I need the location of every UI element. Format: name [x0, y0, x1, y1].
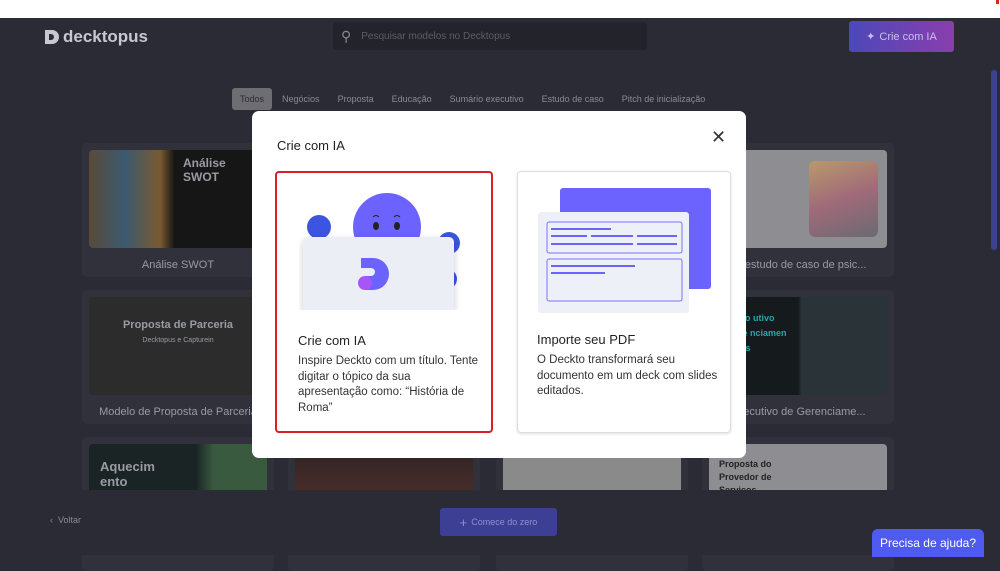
chevron-left-icon: ‹ — [50, 515, 53, 525]
template-thumbnail: Proposta de Parceria Decktopus e Capture… — [89, 297, 267, 395]
mascot-illustration — [303, 193, 460, 310]
close-icon[interactable]: ✕ — [711, 127, 726, 148]
logo-icon — [45, 30, 59, 44]
create-with-ai-button[interactable]: ✦ Crie com IA — [849, 21, 954, 52]
thumb-title: Análise SWOT — [183, 156, 226, 184]
start-label: Comece do zero — [471, 517, 538, 527]
option-description: O Deckto transformará seu documento em u… — [537, 354, 718, 397]
thumb-title: Proposta de Parceria — [122, 319, 234, 331]
logo-text: decktopus — [63, 27, 149, 46]
browser-top-strip — [0, 0, 1000, 18]
option-title: Importe seu PDF — [537, 332, 636, 347]
option-import-pdf[interactable]: Importe seu PDF O Deckto transformará se… — [517, 171, 731, 433]
help-button[interactable]: Precisa de ajuda? — [872, 529, 984, 557]
tab-proposta[interactable]: Proposta — [330, 88, 382, 110]
pdf-import-illustration — [538, 188, 711, 313]
cta-label: Crie com IA — [879, 30, 937, 43]
search-placeholder: Pesquisar modelos no Decktopus — [361, 30, 511, 42]
logo[interactable]: decktopus — [45, 27, 148, 47]
create-with-ai-modal: Crie com IA ✕ Crie com IA Inspire Deckto… — [252, 111, 746, 458]
template-caption: Análise SWOT — [141, 259, 215, 271]
tab-estudo-de-caso[interactable]: Estudo de caso — [534, 88, 612, 110]
category-tabs: Todos Negócios Proposta Educação Sumário… — [232, 88, 715, 110]
option-description: Inspire Deckto com um título. Tente digi… — [298, 355, 479, 414]
option-title: Crie com IA — [298, 333, 366, 348]
thumb-title: Aquecim ento — [100, 459, 155, 489]
thumb-subtitle: Decktopus e Capturein — [142, 337, 214, 344]
tab-sumario-executivo[interactable]: Sumário executivo — [442, 88, 532, 110]
search-icon: ⚲ — [341, 27, 352, 44]
sparkle-icon: ✦ — [866, 31, 876, 43]
template-caption: Modelo de Proposta de Parceria — [99, 406, 257, 418]
tab-todos[interactable]: Todos — [232, 88, 273, 110]
tab-educacao[interactable]: Educação — [384, 88, 440, 110]
scrollbar[interactable] — [991, 70, 997, 250]
tab-pitch[interactable]: Pitch de inicialização — [614, 88, 714, 110]
start-from-scratch-button[interactable]: + Comece do zero — [440, 508, 557, 536]
modal-title: Crie com IA — [277, 138, 345, 153]
red-mark — [996, 0, 999, 4]
template-card[interactable]: Análise SWOT Análise SWOT — [82, 143, 274, 277]
plus-icon: + — [459, 514, 468, 530]
template-thumbnail: Análise SWOT — [89, 150, 267, 248]
back-label: Voltar — [58, 515, 82, 525]
template-card[interactable]: Proposta de Parceria Decktopus e Capture… — [82, 290, 274, 424]
tab-negocios[interactable]: Negócios — [274, 88, 328, 110]
option-create-with-ai[interactable]: Crie com IA Inspire Deckto com um título… — [275, 171, 493, 433]
search-input[interactable]: ⚲ Pesquisar modelos no Decktopus — [333, 22, 647, 50]
back-button[interactable]: ‹ Voltar — [50, 515, 81, 525]
